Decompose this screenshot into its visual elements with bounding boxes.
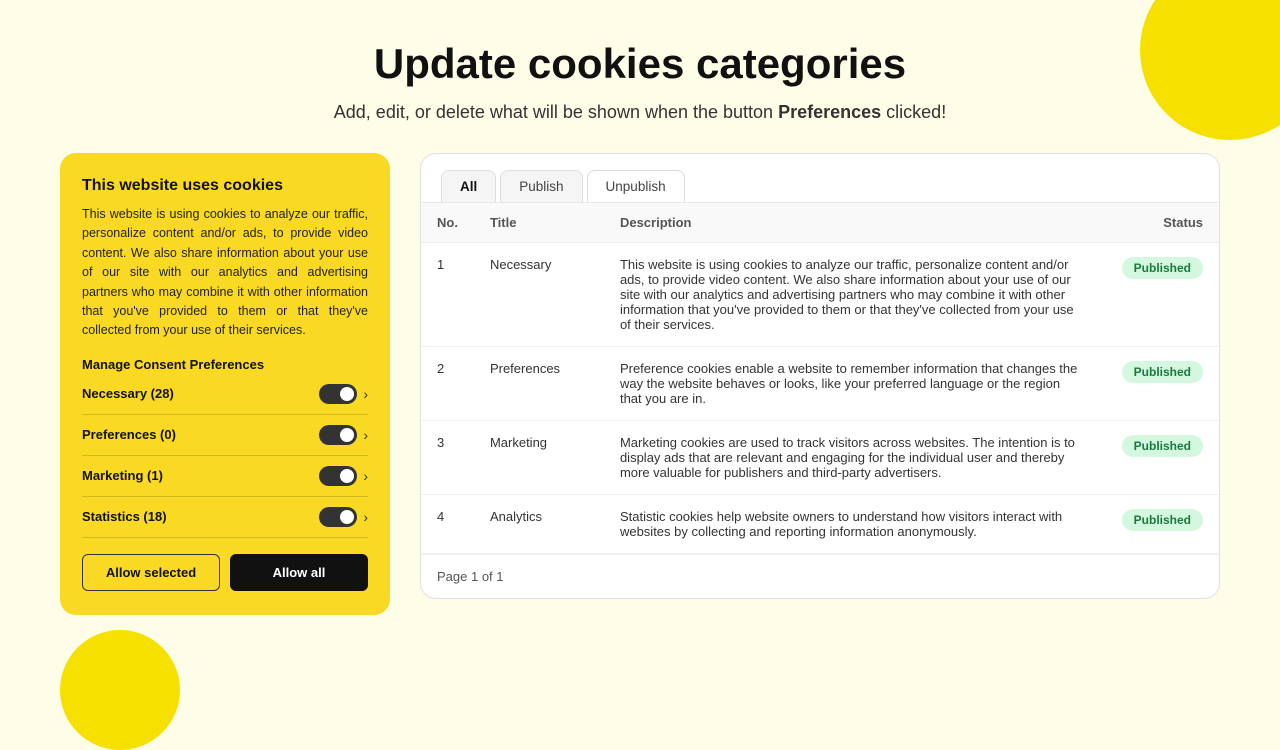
status-badge: Published [1122, 361, 1203, 383]
chevron-right-icon[interactable]: › [363, 468, 368, 484]
allow-all-button[interactable]: Allow all [230, 554, 368, 591]
cell-desc-2: Preference cookies enable a website to r… [604, 347, 1099, 421]
status-badge: Published [1122, 435, 1203, 457]
cell-title-2: Preferences [474, 347, 604, 421]
consent-label-necessary: Necessary (28) [82, 386, 174, 401]
cookie-categories-table-panel: All Publish Unpublish No. Title Descript… [420, 153, 1220, 599]
consent-label-preferences: Preferences (0) [82, 427, 176, 442]
allow-selected-button[interactable]: Allow selected [82, 554, 220, 591]
cell-status-4: Published [1099, 495, 1219, 554]
tab-unpublish[interactable]: Unpublish [587, 170, 685, 202]
page-subtitle: Add, edit, or delete what will be shown … [60, 102, 1220, 123]
cell-title-4: Analytics [474, 495, 604, 554]
cookie-consent-panel: This website uses cookies This website i… [60, 153, 390, 615]
cell-status-2: Published [1099, 347, 1219, 421]
cell-title-3: Marketing [474, 421, 604, 495]
page-header: Update cookies categories Add, edit, or … [60, 40, 1220, 123]
cell-status-3: Published [1099, 421, 1219, 495]
table-row: 4 Analytics Statistic cookies help websi… [421, 495, 1219, 554]
tab-bar: All Publish Unpublish [421, 154, 1219, 203]
cell-desc-1: This website is using cookies to analyze… [604, 243, 1099, 347]
cell-status-1: Published [1099, 243, 1219, 347]
toggle-marketing[interactable] [319, 466, 357, 486]
consent-label-statistics: Statistics (18) [82, 509, 167, 524]
toggle-necessary[interactable] [319, 384, 357, 404]
status-badge: Published [1122, 257, 1203, 279]
table-row: 3 Marketing Marketing cookies are used t… [421, 421, 1219, 495]
cell-desc-4: Statistic cookies help website owners to… [604, 495, 1099, 554]
decorative-circle-bottom [60, 630, 180, 750]
col-header-description: Description [604, 203, 1099, 243]
col-header-title: Title [474, 203, 604, 243]
chevron-right-icon[interactable]: › [363, 386, 368, 402]
tab-all[interactable]: All [441, 170, 496, 202]
toggle-preferences[interactable] [319, 425, 357, 445]
chevron-right-icon[interactable]: › [363, 509, 368, 525]
cell-title-1: Necessary [474, 243, 604, 347]
cell-no-4: 4 [421, 495, 474, 554]
cell-no-1: 1 [421, 243, 474, 347]
page-title: Update cookies categories [60, 40, 1220, 88]
cell-no-2: 2 [421, 347, 474, 421]
table-row: 2 Preferences Preference cookies enable … [421, 347, 1219, 421]
subtitle-keyword: Preferences [778, 102, 881, 122]
categories-table: No. Title Description Status 1 Necessary… [421, 203, 1219, 554]
pagination: Page 1 of 1 [421, 554, 1219, 598]
subtitle-prefix: Add, edit, or delete what will be shown … [334, 102, 773, 122]
cookie-panel-description: This website is using cookies to analyze… [82, 205, 368, 341]
cell-desc-3: Marketing cookies are used to track visi… [604, 421, 1099, 495]
chevron-right-icon[interactable]: › [363, 427, 368, 443]
consent-item-statistics: Statistics (18) › [82, 507, 368, 538]
col-header-no: No. [421, 203, 474, 243]
tab-publish[interactable]: Publish [500, 170, 582, 202]
status-badge: Published [1122, 509, 1203, 531]
toggle-statistics[interactable] [319, 507, 357, 527]
cookie-panel-title: This website uses cookies [82, 177, 368, 195]
subtitle-suffix: clicked! [886, 102, 946, 122]
consent-item-necessary: Necessary (28) › [82, 384, 368, 415]
cell-no-3: 3 [421, 421, 474, 495]
col-header-status: Status [1099, 203, 1219, 243]
consent-label-marketing: Marketing (1) [82, 468, 163, 483]
consent-item-marketing: Marketing (1) › [82, 466, 368, 497]
cookie-buttons: Allow selected Allow all [82, 554, 368, 591]
consent-item-preferences: Preferences (0) › [82, 425, 368, 456]
table-header-row: No. Title Description Status [421, 203, 1219, 243]
table-row: 1 Necessary This website is using cookie… [421, 243, 1219, 347]
manage-consent-title: Manage Consent Preferences [82, 357, 368, 372]
